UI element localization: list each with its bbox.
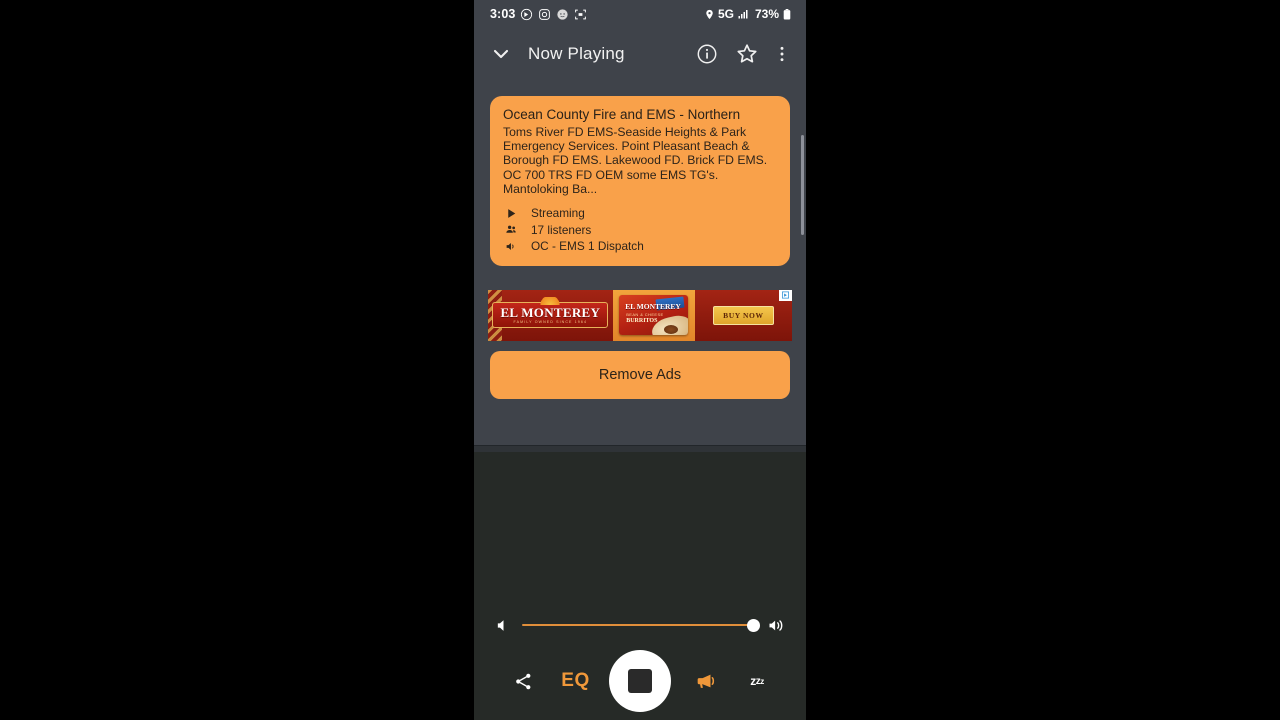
ad-product-line-2: BURRITOS: [626, 318, 658, 325]
app-bar: Now Playing: [474, 28, 806, 80]
channel-label: OC - EMS 1 Dispatch: [531, 239, 644, 254]
share-icon[interactable]: [504, 662, 542, 700]
star-outline-icon[interactable]: [732, 39, 762, 69]
station-info-card[interactable]: Ocean County Fire and EMS - Northern Tom…: [490, 96, 790, 266]
volume-row: [474, 616, 806, 634]
battery-icon: [782, 8, 792, 20]
ad-brand-tagline: FAMILY OWNED SINCE 1964: [513, 320, 588, 325]
player-controls: EQ zzz: [474, 648, 806, 714]
ad-brand-panel: EL MONTEREY FAMILY OWNED SINCE 1964: [488, 289, 613, 341]
volume-slider[interactable]: [522, 616, 760, 634]
status-bar-left: 3:03: [490, 7, 587, 21]
alert-megaphone-icon[interactable]: [686, 662, 724, 700]
do-not-disturb-icon: [520, 8, 533, 21]
ad-buy-now-button[interactable]: BUY NOW: [713, 305, 774, 325]
status-time: 3:03: [490, 7, 516, 21]
player-area: EQ zzz: [474, 452, 806, 720]
listeners-label: 17 listeners: [531, 222, 592, 237]
volume-slider-track: [522, 623, 758, 627]
phone-viewport: 3:03 5G 73% Now Playing Ocean County Fir…: [474, 0, 806, 720]
listeners-people-icon: [503, 223, 519, 237]
more-vertical-icon[interactable]: [772, 39, 792, 69]
stop-square-icon: [628, 669, 652, 693]
status-bar-right: 5G 73%: [704, 7, 792, 21]
station-listeners-row: 17 listeners: [503, 222, 777, 239]
network-label: 5G: [717, 7, 734, 21]
ad-brand-logo: EL MONTEREY FAMILY OWNED SINCE 1964: [492, 297, 609, 328]
screenshot-icon: [574, 8, 587, 21]
volume-low-icon[interactable]: [494, 616, 512, 634]
ad-product-brand: EL MONTEREY: [625, 302, 681, 312]
location-pin-icon: [704, 9, 715, 20]
ad-product-line-1: BEAN & CHEESE: [626, 312, 664, 318]
remove-ads-button[interactable]: Remove Ads: [490, 350, 790, 399]
sleep-timer-icon[interactable]: zzz: [738, 662, 776, 700]
panel-divider: [474, 445, 806, 452]
volume-high-icon[interactable]: [768, 616, 786, 634]
page-title: Now Playing: [528, 44, 625, 63]
ad-product-package: EL MONTEREY BEAN & CHEESE BURRITOS: [619, 295, 689, 336]
streaming-label: Streaming: [531, 206, 585, 221]
battery-percent: 73%: [754, 7, 779, 21]
info-circle-icon[interactable]: [692, 39, 722, 69]
volume-slider-thumb[interactable]: [747, 618, 760, 632]
reddit-icon: [556, 8, 569, 21]
signal-bars-icon: [737, 8, 749, 20]
station-description: Toms River FD EMS-Seaside Heights & Park…: [503, 125, 768, 196]
equalizer-button[interactable]: EQ: [557, 662, 595, 700]
chevron-down-icon[interactable]: [488, 41, 514, 67]
station-channel-row: OC - EMS 1 Dispatch: [503, 238, 777, 255]
stop-button[interactable]: [609, 650, 671, 712]
status-bar: 3:03 5G 73%: [474, 0, 806, 28]
ad-brand-name: EL MONTEREY: [500, 305, 601, 321]
content-panel: Ocean County Fire and EMS - Northern Tom…: [474, 80, 806, 445]
screen-root: 3:03 5G 73% Now Playing Ocean County Fir…: [0, 0, 1280, 720]
sleep-z-3: z: [760, 676, 764, 686]
panel-scrollbar[interactable]: [801, 135, 804, 235]
ad-container: EL MONTEREY FAMILY OWNED SINCE 1964 EL M…: [474, 289, 806, 341]
station-title: Ocean County Fire and EMS - Northern: [503, 107, 741, 122]
speaker-icon: [503, 239, 519, 253]
ad-product-panel: EL MONTEREY BEAN & CHEESE BURRITOS: [612, 289, 695, 341]
play-triangle-icon: [503, 206, 519, 220]
ad-sun-icon: [539, 297, 562, 306]
instagram-icon: [538, 8, 551, 21]
station-status-row: Streaming: [503, 205, 777, 222]
ad-cta-panel: BUY NOW: [694, 289, 792, 341]
ad-banner[interactable]: EL MONTEREY FAMILY OWNED SINCE 1964 EL M…: [488, 289, 792, 341]
adchoices-icon[interactable]: [779, 289, 792, 301]
